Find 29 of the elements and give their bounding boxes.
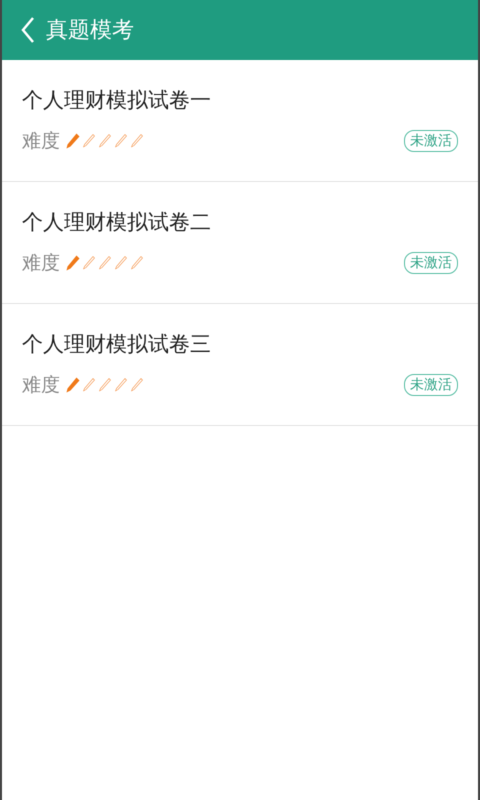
pencil-icon <box>82 255 96 271</box>
pencil-icon <box>98 255 112 271</box>
paper-item[interactable]: 个人理财模拟试卷二 难度 未激活 <box>2 182 478 304</box>
pencil-icon <box>82 133 96 149</box>
paper-title: 个人理财模拟试卷三 <box>22 331 212 358</box>
page-title: 真题模考 <box>46 17 134 45</box>
pencil-icon <box>98 133 112 149</box>
paper-item[interactable]: 个人理财模拟试卷一 难度 未激活 <box>2 60 478 182</box>
pencil-icon <box>98 377 112 393</box>
difficulty-label: 难度 <box>22 129 60 154</box>
difficulty-label: 难度 <box>22 373 60 398</box>
pencil-icon <box>66 377 80 393</box>
pencil-icon <box>130 377 144 393</box>
pencil-icon <box>82 377 96 393</box>
pencil-icon <box>66 255 80 271</box>
pencil-icon <box>130 133 144 149</box>
paper-item[interactable]: 个人理财模拟试卷三 难度 未激活 <box>2 304 478 426</box>
pencil-icon <box>130 255 144 271</box>
paper-title: 个人理财模拟试卷二 <box>22 209 212 236</box>
back-icon[interactable] <box>20 16 36 44</box>
pencil-icon <box>114 255 128 271</box>
pencil-icon <box>114 133 128 149</box>
status-tag: 未激活 <box>404 130 458 152</box>
paper-title: 个人理财模拟试卷一 <box>22 87 212 114</box>
pencil-icon <box>114 377 128 393</box>
status-tag: 未激活 <box>404 252 458 274</box>
pencil-icon <box>66 133 80 149</box>
difficulty-label: 难度 <box>22 251 60 276</box>
status-tag: 未激活 <box>404 374 458 396</box>
